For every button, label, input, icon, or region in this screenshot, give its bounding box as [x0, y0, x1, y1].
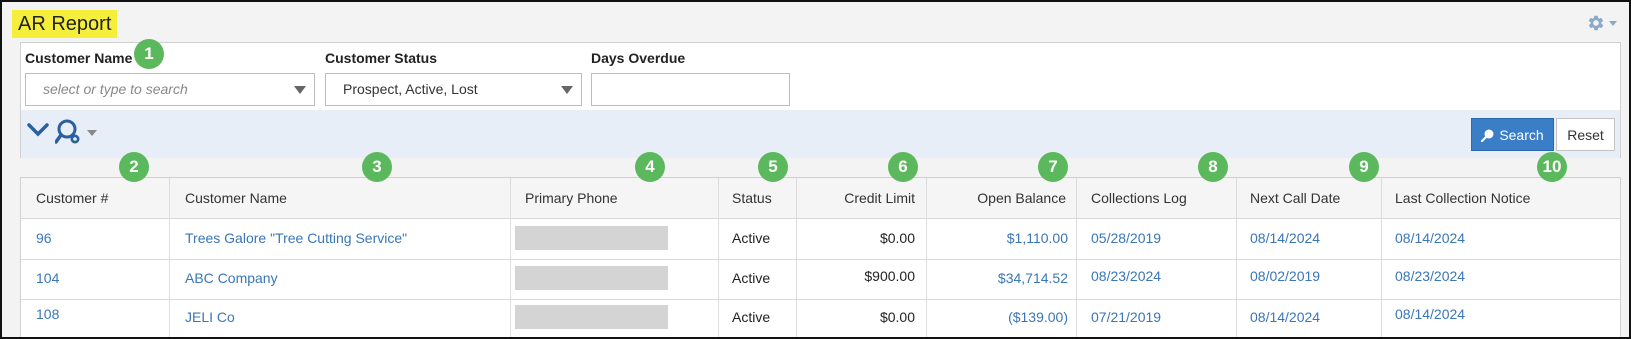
customer-name-link[interactable]: Trees Galore "Tree Cutting Service"	[185, 230, 407, 246]
column-header-status[interactable]: Status	[732, 190, 772, 206]
next-call-date-link[interactable]: 08/14/2024	[1250, 230, 1320, 246]
search-settings-button[interactable]	[55, 118, 97, 146]
next-call-date-link[interactable]: 08/14/2024	[1250, 309, 1320, 325]
callout-badge-10: 10	[1537, 152, 1567, 182]
last-collection-notice-link[interactable]: 08/23/2024	[1395, 268, 1465, 284]
next-call-date-link[interactable]: 08/02/2019	[1250, 268, 1320, 284]
collections-log-link[interactable]: 08/23/2024	[1091, 268, 1161, 284]
callout-badge-3: 3	[362, 152, 392, 182]
reset-button[interactable]: Reset	[1556, 118, 1615, 151]
last-collection-notice-link[interactable]: 08/14/2024	[1395, 230, 1465, 246]
callout-badge-9: 9	[1349, 152, 1379, 182]
collections-log-link[interactable]: 07/21/2019	[1091, 309, 1161, 325]
open-balance-link[interactable]: $1,110.00	[926, 230, 1068, 246]
customer-name-placeholder: select or type to search	[43, 81, 188, 97]
days-overdue-label: Days Overdue	[591, 50, 686, 66]
search-settings-icon	[55, 119, 80, 144]
callout-badge-7: 7	[1038, 152, 1068, 182]
callout-badge-8: 8	[1198, 152, 1228, 182]
days-overdue-input[interactable]	[591, 73, 790, 106]
ar-report-table: Customer # Customer Name Primary Phone S…	[20, 177, 1621, 337]
credit-limit-value: $0.00	[879, 309, 915, 325]
search-icon	[1481, 129, 1494, 142]
callout-badge-5: 5	[758, 152, 788, 182]
settings-menu[interactable]	[1586, 13, 1617, 33]
customer-number-link[interactable]: 104	[36, 270, 59, 286]
customer-name-label: Customer Name	[25, 50, 133, 66]
customer-number-link[interactable]: 108	[36, 306, 59, 322]
redacted-phone	[515, 226, 668, 250]
search-button[interactable]: Search	[1471, 118, 1554, 151]
column-header-next-call-date[interactable]: Next Call Date	[1250, 190, 1340, 206]
customer-name-link[interactable]: ABC Company	[185, 270, 278, 286]
column-header-last-collection-notice[interactable]: Last Collection Notice	[1395, 190, 1530, 206]
status-text: Active	[732, 270, 771, 286]
customer-status-select[interactable]: Prospect, Active, Lost	[325, 73, 582, 106]
ar-report-window: AR Report Customer Name 1 select or type…	[0, 0, 1631, 339]
open-balance-link[interactable]: $34,714.52	[926, 270, 1068, 286]
column-header-customer-no[interactable]: Customer #	[36, 190, 108, 206]
dropdown-arrow-icon[interactable]	[561, 86, 573, 94]
chevron-down-icon	[1609, 20, 1617, 26]
dropdown-arrow-icon[interactable]	[294, 86, 306, 94]
gear-icon	[1588, 15, 1604, 31]
callout-badge-6: 6	[888, 152, 918, 182]
last-collection-notice-link[interactable]: 08/14/2024	[1395, 306, 1465, 322]
redacted-phone	[515, 266, 668, 290]
callout-badge-4: 4	[635, 152, 665, 182]
chevron-down-icon	[87, 130, 97, 136]
callout-badge-1: 1	[134, 39, 164, 69]
collections-log-link[interactable]: 05/28/2019	[1091, 230, 1161, 246]
search-button-label: Search	[1499, 126, 1544, 143]
status-text: Active	[732, 230, 771, 246]
customer-number-link[interactable]: 96	[36, 230, 52, 246]
filter-toolbar: Search Reset	[21, 110, 1620, 158]
customer-status-value: Prospect, Active, Lost	[343, 81, 478, 97]
customer-status-label: Customer Status	[325, 50, 438, 66]
open-balance-link[interactable]: ($139.00)	[926, 309, 1068, 325]
status-text: Active	[732, 309, 771, 325]
page-title: AR Report	[12, 10, 118, 38]
customer-name-link[interactable]: JELI Co	[185, 309, 235, 325]
credit-limit-value: $900.00	[864, 268, 915, 284]
filter-panel: Customer Name 1 select or type to search…	[20, 39, 1621, 158]
callout-badge-2: 2	[119, 152, 149, 182]
column-header-open-balance[interactable]: Open Balance	[926, 190, 1066, 206]
redacted-phone	[515, 305, 668, 329]
column-header-primary-phone[interactable]: Primary Phone	[525, 190, 618, 206]
column-header-collections-log[interactable]: Collections Log	[1091, 190, 1187, 206]
column-header-customer-name[interactable]: Customer Name	[185, 190, 287, 206]
column-header-credit-limit[interactable]: Credit Limit	[796, 190, 915, 206]
chevron-down-icon[interactable]	[27, 122, 49, 138]
customer-name-combobox[interactable]: select or type to search	[25, 73, 315, 106]
credit-limit-value: $0.00	[879, 230, 915, 246]
